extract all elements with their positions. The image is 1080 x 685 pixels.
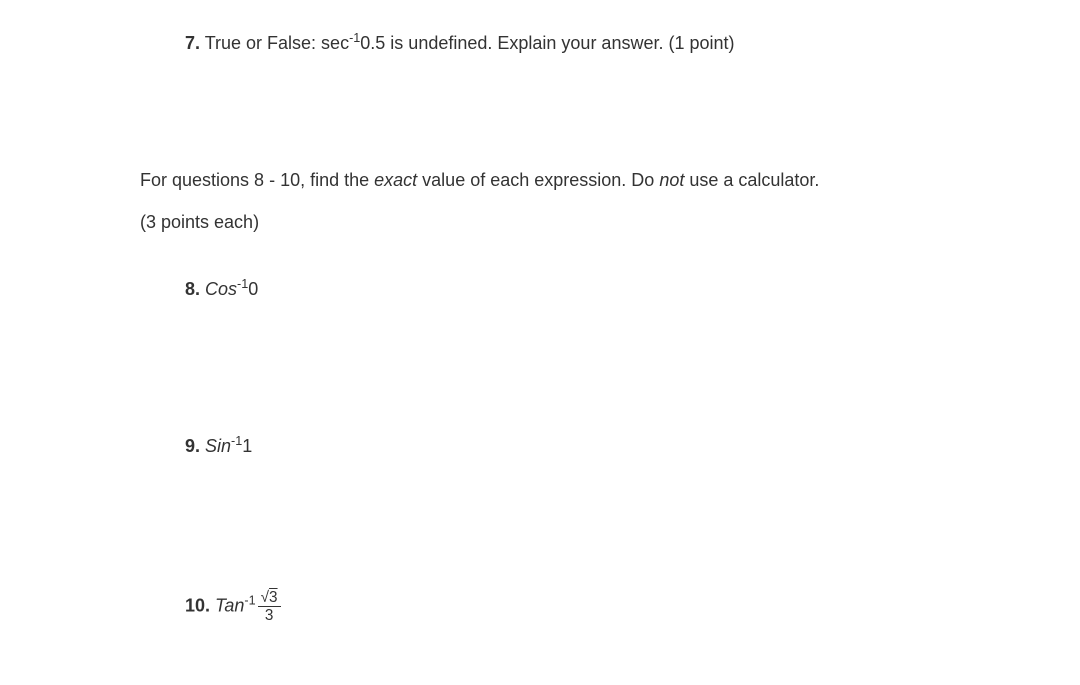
instructions-text-after: use a calculator.	[684, 170, 819, 190]
question-10-numerator: √3	[258, 590, 281, 607]
question-10-number: 10.	[185, 596, 210, 616]
instructions: For questions 8 - 10, find the exact val…	[140, 167, 940, 194]
instructions-text-before: For questions 8 - 10, find the	[140, 170, 374, 190]
question-10-fraction: √33	[258, 590, 281, 624]
question-7-number: 7.	[185, 33, 200, 53]
question-9: 9. Sin-11	[185, 433, 940, 460]
question-9-func: Sin	[205, 436, 231, 456]
instructions-italic1: exact	[374, 170, 417, 190]
question-7: 7. True or False: sec-10.5 is undefined.…	[185, 30, 940, 57]
question-9-number: 9.	[185, 436, 200, 456]
question-10-superscript: -1	[244, 594, 255, 608]
instructions-text-mid: value of each expression. Do	[417, 170, 659, 190]
question-10-denominator: 3	[258, 607, 281, 623]
question-10-func: Tan	[215, 596, 244, 616]
question-8-func: Cos	[205, 279, 237, 299]
question-8: 8. Cos-10	[185, 276, 940, 303]
points-note: (3 points each)	[140, 209, 940, 236]
instructions-italic2: not	[659, 170, 684, 190]
question-8-superscript: -1	[237, 277, 248, 291]
question-7-text-before: True or False: sec	[200, 33, 349, 53]
question-8-number: 8.	[185, 279, 200, 299]
question-10-radicand: 3	[269, 589, 278, 606]
question-7-superscript: -1	[349, 31, 360, 45]
question-10: 10. Tan-1√33	[185, 590, 940, 624]
question-8-arg: 0	[248, 279, 258, 299]
question-7-text-after: 0.5 is undefined. Explain your answer. (…	[360, 33, 734, 53]
question-9-superscript: -1	[231, 434, 242, 448]
question-9-arg: 1	[242, 436, 252, 456]
